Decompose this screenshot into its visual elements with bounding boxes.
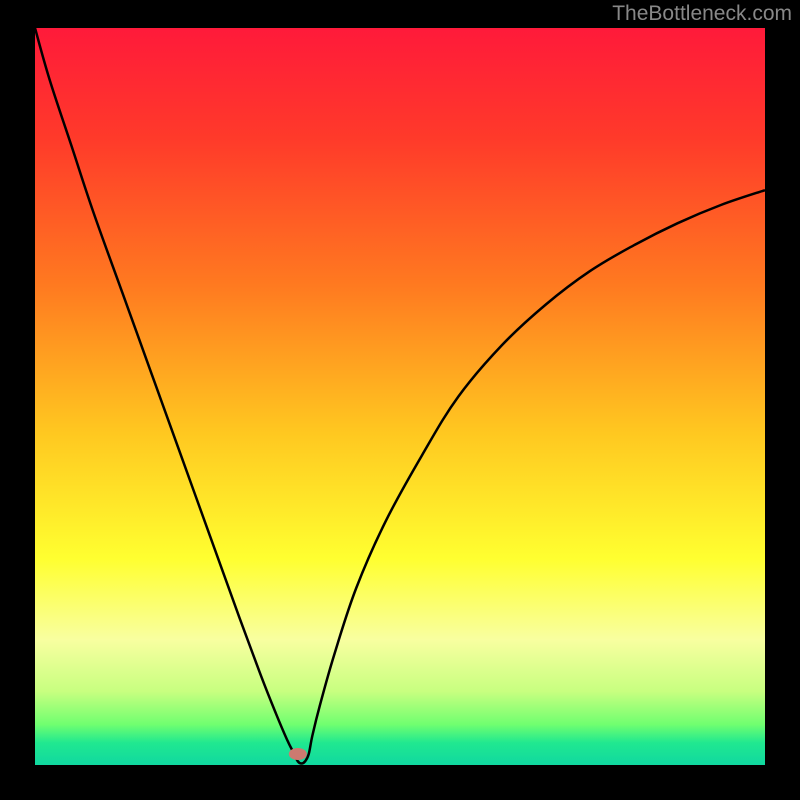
optimum-marker <box>289 748 307 760</box>
watermark-text: TheBottleneck.com <box>612 2 792 26</box>
bottleneck-chart <box>0 0 800 800</box>
chart-container: TheBottleneck.com <box>0 0 800 800</box>
plot-background <box>35 28 765 765</box>
